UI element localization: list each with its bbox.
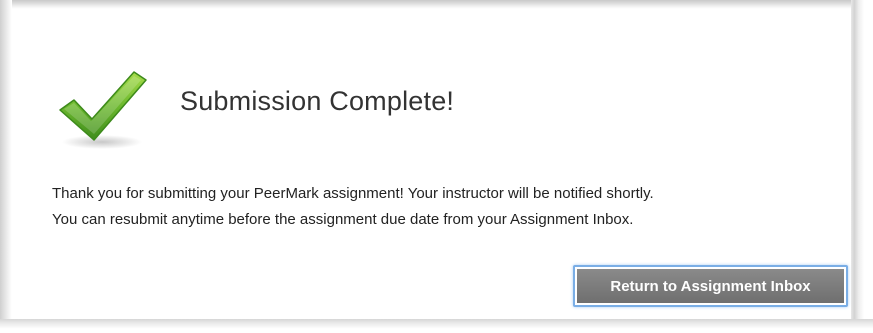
- window-shadow-top: [0, 0, 873, 9]
- checkmark-icon: [54, 64, 150, 154]
- window-shadow-right: [851, 0, 873, 333]
- dialog-title: Submission Complete!: [180, 86, 455, 116]
- return-to-inbox-label: Return to Assignment Inbox: [577, 269, 844, 303]
- window-frame: Submission Complete! Thank you for submi…: [0, 0, 873, 333]
- message-line-1: Thank you for submitting your PeerMark a…: [52, 185, 654, 202]
- return-to-inbox-button[interactable]: Return to Assignment Inbox: [573, 265, 848, 307]
- window-shadow-bottom: [0, 319, 873, 333]
- message-line-2: You can resubmit anytime before the assi…: [52, 211, 634, 228]
- submission-complete-dialog: Submission Complete! Thank you for submi…: [12, 9, 851, 319]
- confirmation-message: Thank you for submitting your PeerMark a…: [52, 181, 654, 233]
- window-shadow-left: [0, 0, 12, 333]
